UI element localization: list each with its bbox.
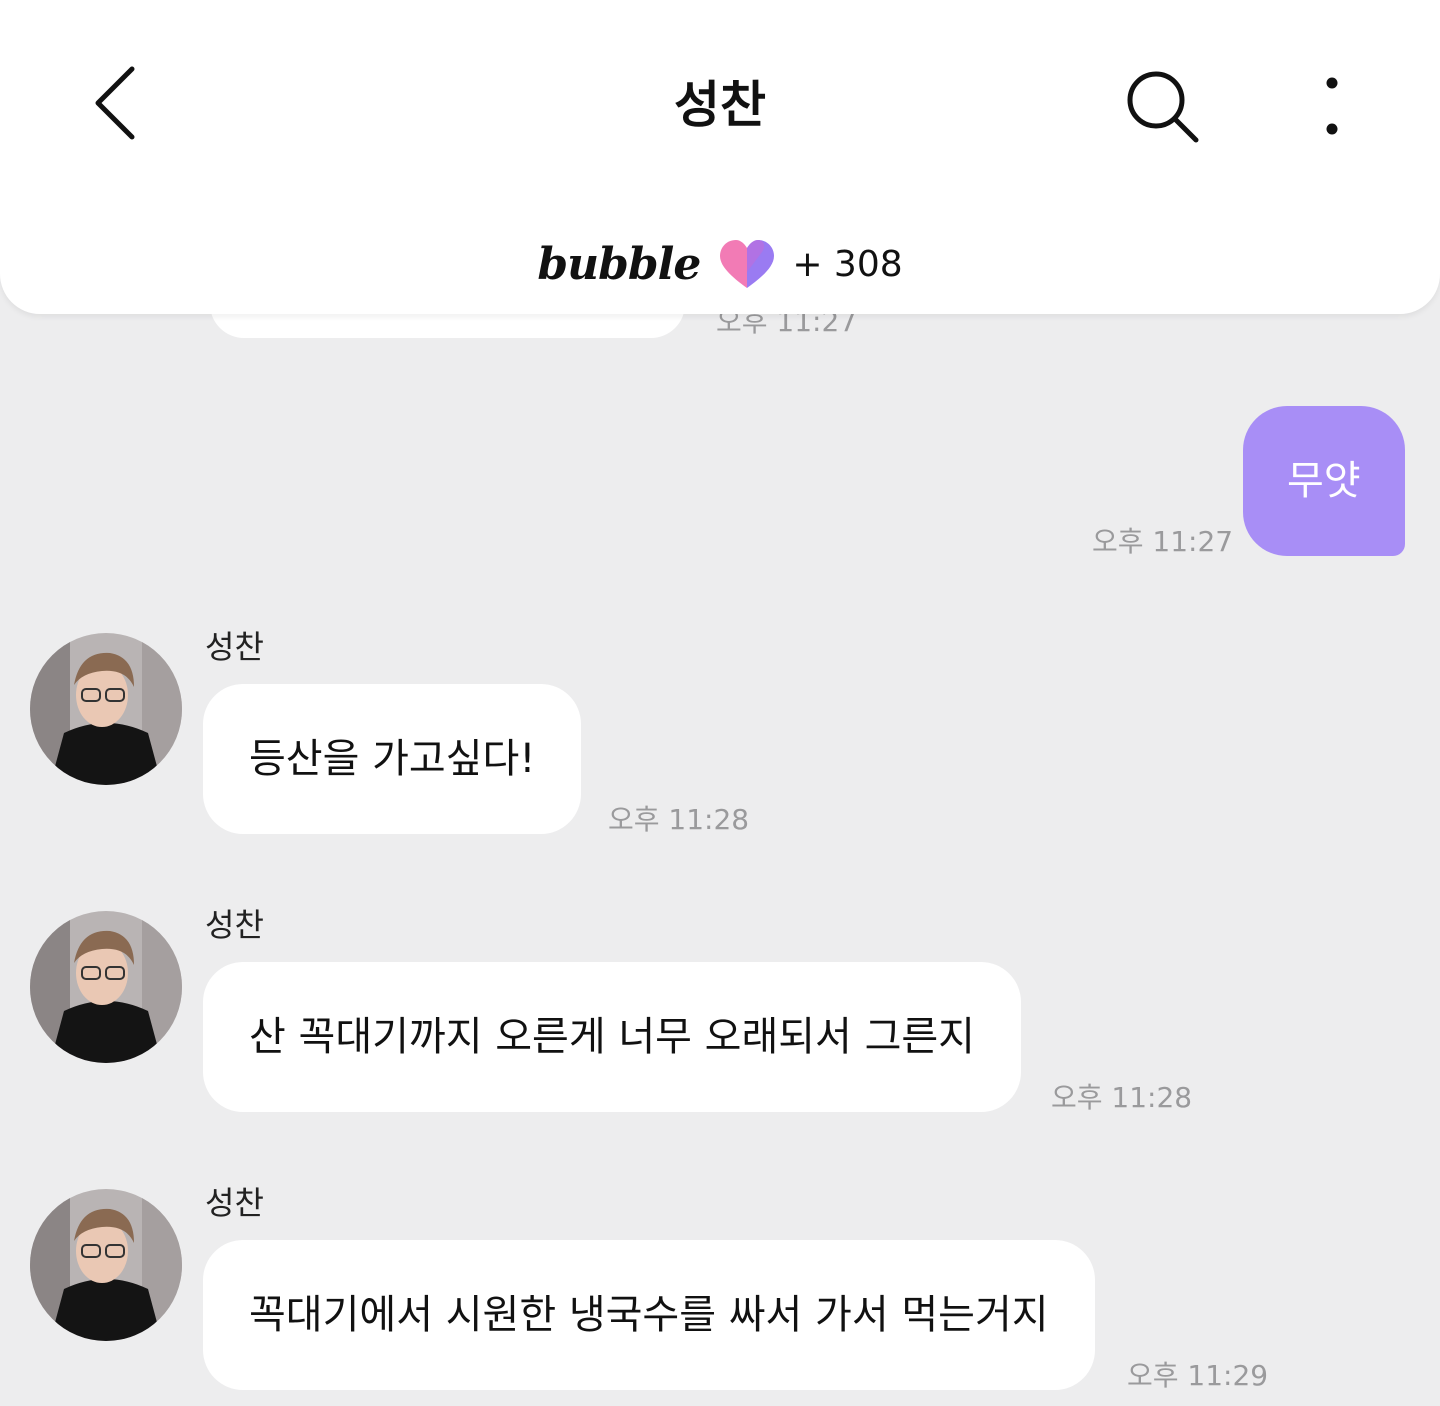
sender-name: 성찬: [205, 628, 264, 666]
message-time: 오후 11:28: [608, 803, 750, 836]
sent-message-bubble[interactable]: 무얏: [1243, 406, 1405, 556]
avatar[interactable]: [30, 633, 182, 785]
bubble-logo: bubble: [537, 238, 701, 290]
avatar-image: [30, 633, 182, 785]
message-text: 무얏: [1287, 458, 1361, 504]
search-icon: [1122, 66, 1202, 150]
message-time: 오후 11:27: [1092, 525, 1234, 558]
received-message-bubble[interactable]: 등산을 가고싶다!: [203, 684, 582, 834]
received-message-bubble[interactable]: 산 꼭대기까지 오른게 너무 오래되서 그른지: [203, 962, 1021, 1112]
chat-header: 성찬 bubble + 308: [0, 0, 1440, 314]
more-vertical-icon: [1322, 71, 1342, 145]
page-title: 성찬: [674, 76, 766, 134]
search-button[interactable]: [1112, 60, 1212, 156]
more-options-button[interactable]: [1300, 60, 1364, 156]
received-message-bubble[interactable]: 꼭대기에서 시원한 냉국수를 싸서 가서 먹는거지: [203, 1240, 1095, 1390]
avatar[interactable]: [30, 1189, 182, 1341]
message-text: 등산을 가고싶다!: [249, 736, 536, 782]
heart-count: + 308: [792, 243, 903, 285]
avatar-image: [30, 1189, 182, 1341]
sender-name: 성찬: [205, 1184, 264, 1222]
sender-name: 성찬: [205, 906, 264, 944]
message-time: 오후 11:29: [1127, 1359, 1269, 1392]
bubble-status-row: bubble + 308: [0, 228, 1440, 300]
heart-icon: [718, 238, 776, 290]
avatar-image: [30, 911, 182, 1063]
message-text: 산 꼭대기까지 오른게 너무 오래되서 그른지: [249, 1014, 975, 1060]
message-text: 꼭대기에서 시원한 냉국수를 싸서 가서 먹는거지: [249, 1292, 1049, 1338]
avatar[interactable]: [30, 911, 182, 1063]
message-time: 오후 11:28: [1051, 1081, 1193, 1114]
